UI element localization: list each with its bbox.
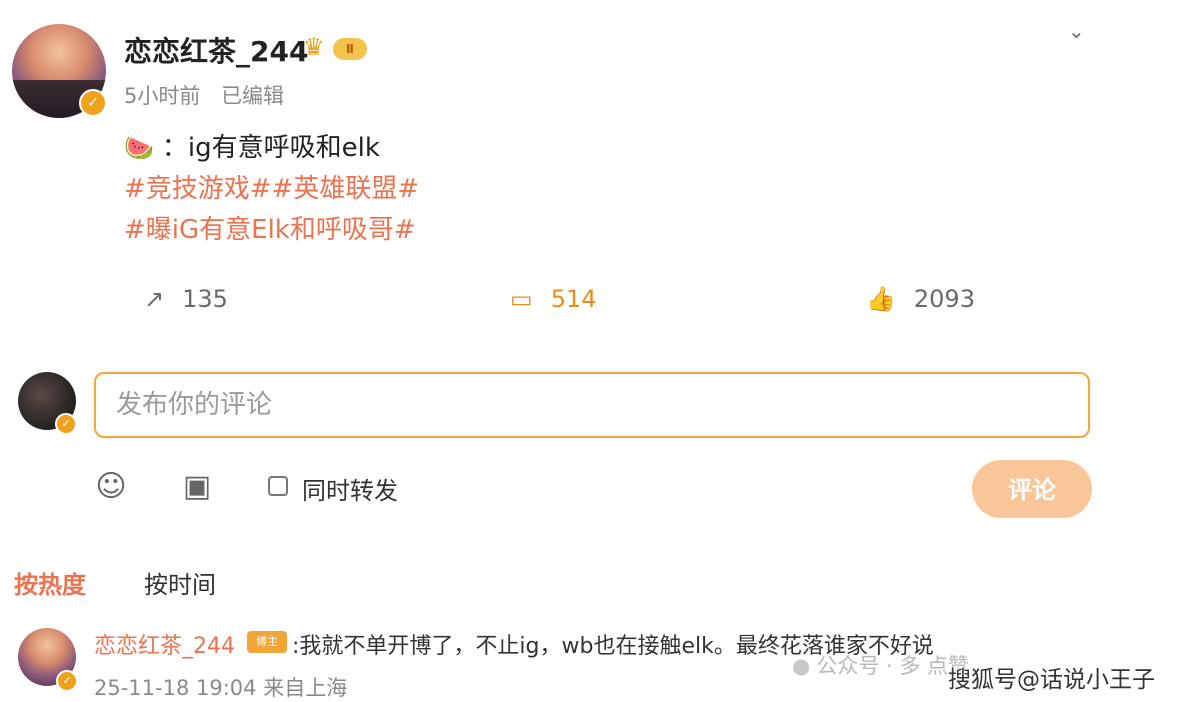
post-content: 🍉 ：ig有意呼吸和elk #竞技游戏##英雄联盟# #曝iG有意Elk和呼吸哥# [124,128,1074,251]
comment-input-box[interactable] [94,372,1090,438]
like-count: 2093 [913,285,975,313]
wechat-watermark: ● 公众号 · 多 点赞 [792,654,970,678]
post-text-line: 🍉 ：ig有意呼吸和elk [124,128,1074,169]
repost-label[interactable]: 同时转发 [302,471,398,506]
commenter-name[interactable]: 恋恋红茶_244 [94,628,235,660]
smiley-icon[interactable]: ☺ [94,470,128,504]
repost-icon: ↗ [144,285,165,313]
image-icon[interactable]: ▣ [180,470,214,504]
commenter-verified-icon: ✓ [56,670,78,692]
level-badge: Ⅱ [333,38,367,60]
sohu-watermark: 搜狐号@话说小王子 [948,667,1155,693]
crown-icon: ♛ [303,33,325,61]
post-time: 5小时前 [124,84,201,108]
hashtag-line-1[interactable]: #竞技游戏##英雄联盟# [124,169,1074,210]
post-edited[interactable]: 已编辑 [221,84,284,108]
watermelon-icon: 🍉 [124,134,154,162]
author-badge: 博主 [247,631,287,653]
comment-count: 514 [550,285,597,313]
author-name[interactable]: 恋恋红茶_244 [124,30,308,70]
verified-badge-icon: ✓ [79,89,107,117]
repost-count: 135 [182,285,228,313]
thumbs-up-icon: 👍 [866,285,896,313]
post-meta: 5小时前 已编辑 [124,80,298,110]
comment-date: 25-11-18 19:04 [94,676,257,700]
comment-input[interactable] [96,374,1088,436]
comment-button[interactable]: ▭ 514 [510,282,597,316]
wechat-icon: ● [792,654,811,678]
comment-icon: ▭ [510,285,533,313]
repost-button[interactable]: ↗ 135 [144,282,228,316]
submit-comment-button[interactable]: 评论 [972,460,1092,518]
comment-meta: 25-11-18 19:04 来自上海 [94,672,347,702]
chevron-down-icon[interactable]: ⌄ [1068,19,1085,43]
tab-sort-hot[interactable]: 按热度 [14,565,86,600]
tab-sort-time[interactable]: 按时间 [144,565,216,600]
hashtag-line-2[interactable]: #曝iG有意Elk和呼吸哥# [124,210,1074,251]
post-text: ：ig有意呼吸和elk [161,133,380,163]
repost-checkbox[interactable] [268,476,288,496]
comment-location: 来自上海 [263,676,348,700]
verified-small-icon: ✓ [55,413,77,435]
like-button[interactable]: 👍 2093 [866,282,975,316]
